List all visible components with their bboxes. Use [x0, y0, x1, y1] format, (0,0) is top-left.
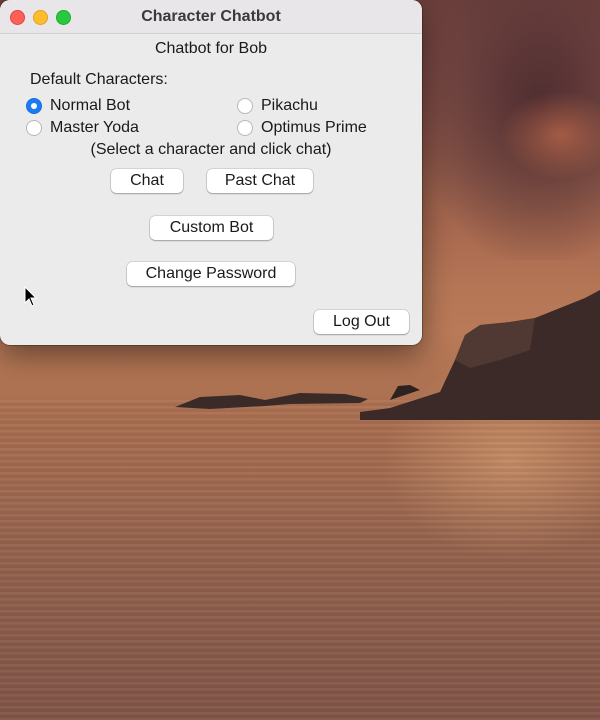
- radio-optimus-prime[interactable]: Optimus Prime: [237, 119, 367, 137]
- mouse-pointer-icon: [24, 286, 38, 307]
- radio-pikachu[interactable]: Pikachu: [237, 97, 318, 115]
- change-password-button[interactable]: Change Password: [127, 262, 295, 286]
- chat-button[interactable]: Chat: [111, 169, 183, 193]
- window-title: Character Chatbot: [141, 8, 281, 25]
- radio-normal-bot[interactable]: Normal Bot: [26, 97, 130, 115]
- wallpaper-rock-reef: [175, 393, 368, 409]
- radio-button[interactable]: [237, 98, 253, 114]
- radio-master-yoda[interactable]: Master Yoda: [26, 119, 139, 137]
- instruction-text: (Select a character and click chat): [90, 141, 332, 158]
- past-chat-button[interactable]: Past Chat: [207, 169, 313, 193]
- radio-button[interactable]: [237, 120, 253, 136]
- radio-button[interactable]: [26, 120, 42, 136]
- wallpaper-cloud-glow: [500, 90, 600, 180]
- radio-label: Normal Bot: [50, 97, 131, 114]
- radio-label: Pikachu: [261, 97, 318, 114]
- wallpaper-sea: [0, 400, 600, 720]
- log-out-button[interactable]: Log Out: [314, 310, 409, 334]
- radio-button-selected[interactable]: [26, 98, 42, 114]
- title-bar[interactable]: Character Chatbot: [0, 0, 422, 34]
- radio-label: Optimus Prime: [261, 119, 367, 136]
- default-characters-label: Default Characters:: [30, 71, 168, 88]
- custom-bot-button[interactable]: Custom Bot: [150, 216, 273, 240]
- radio-label: Master Yoda: [50, 119, 139, 136]
- page-heading: Chatbot for Bob: [154, 40, 268, 57]
- app-window: Character Chatbot Chatbot for Bob Defaul…: [0, 0, 422, 345]
